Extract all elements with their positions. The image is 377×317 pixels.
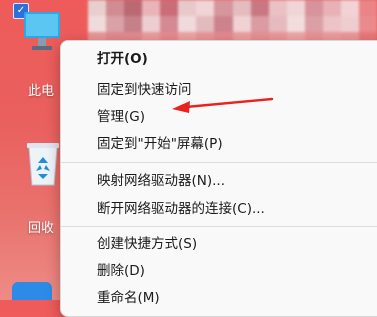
red-arrow-annotation	[172, 97, 274, 113]
desktop: ✓ 此电 回收 打开(O) 固定到快速访问 管理(G) 固定到"开始"屏幕(P)…	[0, 0, 377, 317]
